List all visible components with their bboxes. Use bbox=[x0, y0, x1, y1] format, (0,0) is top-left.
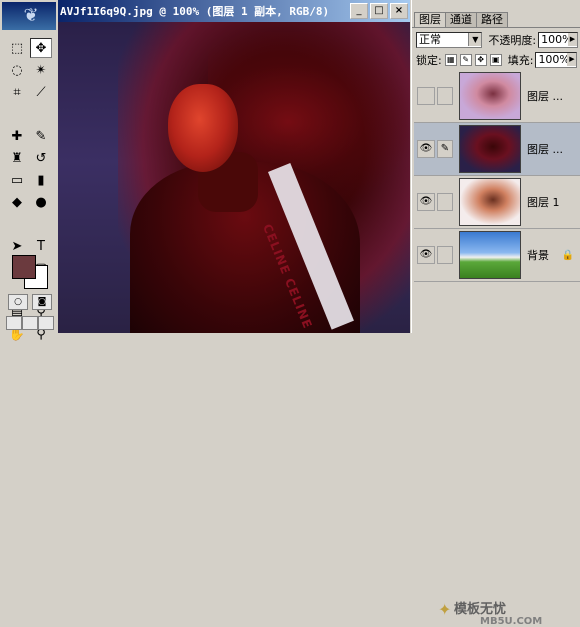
face-region bbox=[168, 84, 238, 172]
fill-field[interactable]: 100% ▶ bbox=[535, 52, 578, 68]
brush-tool-icon[interactable]: ✎ bbox=[30, 126, 52, 146]
lasso-tool-icon[interactable]: ◌ bbox=[6, 60, 28, 80]
toolbox: ❦ ⬚✥◌✴⌗⟋✚✎♜↺▭▮◆●➤T✒▢▤⚲✋⚲ ○ ◙ bbox=[0, 0, 59, 342]
opacity-field[interactable]: 100% ▶ bbox=[538, 32, 578, 48]
lock-row: 锁定: ▦ ✎ ✥ ▣ 填充: 100% ▶ bbox=[416, 52, 578, 68]
blend-row: 正常 ▼ 不透明度: 100% ▶ bbox=[416, 32, 578, 48]
magic-wand-tool-icon[interactable]: ✴ bbox=[30, 60, 52, 80]
gradient-tool-icon[interactable]: ▮ bbox=[30, 170, 52, 190]
layer-thumbnail bbox=[459, 178, 521, 226]
layer-thumbnail bbox=[459, 125, 521, 173]
opacity-arrow-icon[interactable]: ▶ bbox=[568, 33, 577, 46]
standard-mode-button[interactable]: ○ bbox=[8, 294, 28, 310]
link-toggle[interactable] bbox=[437, 87, 453, 105]
lock-transparency-checkbox[interactable]: ▦ bbox=[444, 54, 457, 66]
layer-row-layer1[interactable]: 👁 图层 1 bbox=[414, 176, 580, 229]
layer-row-top[interactable]: 图层 ... bbox=[414, 70, 580, 123]
close-button[interactable]: × bbox=[390, 3, 408, 19]
feather-logo-icon: ❦ bbox=[23, 5, 39, 26]
brush-icon[interactable]: ✎ bbox=[437, 140, 453, 158]
layers-panel: 图层 通道 路径 正常 ▼ 不透明度: 100% ▶ 锁定: ▦ ✎ ✥ ▣ 填… bbox=[411, 0, 580, 627]
screen-mode-row bbox=[6, 316, 54, 330]
healing-brush-tool-icon[interactable]: ✚ bbox=[6, 126, 28, 146]
clone-stamp-tool-icon[interactable]: ♜ bbox=[6, 148, 28, 168]
layer-thumbnail bbox=[459, 231, 521, 279]
eye-icon[interactable]: 👁 bbox=[417, 246, 435, 264]
image-canvas[interactable]: CELINE CELINE bbox=[58, 22, 410, 333]
visibility-toggle-empty[interactable] bbox=[417, 87, 435, 105]
tab-channels[interactable]: 通道 bbox=[445, 12, 477, 27]
toolbox-header: ❦ bbox=[2, 2, 56, 30]
quick-mask-button[interactable]: ◙ bbox=[32, 294, 52, 310]
layer-row-selected[interactable]: 👁 ✎ 图层 ... bbox=[414, 123, 580, 176]
panel-divider bbox=[412, 27, 580, 28]
lock-all-checkbox[interactable]: ▣ bbox=[489, 54, 502, 66]
opacity-label: 不透明度: bbox=[488, 34, 537, 47]
lock-image-checkbox[interactable]: ✎ bbox=[459, 54, 472, 66]
tab-layers[interactable]: 图层 bbox=[414, 12, 446, 27]
layers-list: 图层 ... 👁 ✎ 图层 ... 👁 图层 1 👁 背景 🔒 bbox=[414, 70, 580, 282]
layer-name: 图层 ... bbox=[527, 143, 563, 156]
tool-separator bbox=[6, 214, 28, 220]
document-titlebar[interactable]: AVJf1I6q9Q.jpg @ 100% (图层 1 副本, RGB/8) _… bbox=[58, 0, 410, 22]
chevron-down-icon: ▼ bbox=[468, 33, 482, 46]
layer-name: 图层 1 bbox=[527, 196, 560, 209]
fill-label: 填充: bbox=[507, 54, 534, 67]
eraser-tool-icon[interactable]: ▭ bbox=[6, 170, 28, 190]
minimize-button[interactable]: _ bbox=[350, 3, 368, 19]
blur-tool-icon[interactable]: ◆ bbox=[6, 192, 28, 212]
window-controls: _ □ × bbox=[350, 3, 408, 19]
foreground-color-swatch[interactable] bbox=[12, 255, 36, 279]
layer-name: 图层 ... bbox=[527, 90, 563, 103]
watermark-logo-icon: ✦ bbox=[438, 600, 452, 619]
watermark-url: MB5U.COM bbox=[480, 616, 543, 627]
full-screen-button[interactable] bbox=[38, 316, 54, 330]
mask-mode-row: ○ ◙ bbox=[8, 294, 52, 310]
tab-paths[interactable]: 路径 bbox=[476, 12, 508, 27]
layer-name: 背景 bbox=[527, 249, 549, 262]
panel-footer: ✦ 模板无忧 MB5U.COM bbox=[414, 300, 580, 627]
crop-tool-icon[interactable]: ⌗ bbox=[6, 82, 28, 102]
lock-position-checkbox[interactable]: ✥ bbox=[474, 54, 487, 66]
dodge-tool-icon[interactable]: ● bbox=[30, 192, 52, 212]
link-toggle[interactable] bbox=[437, 246, 453, 264]
fill-arrow-icon[interactable]: ▶ bbox=[567, 53, 577, 66]
watermark-text: 模板无忧 bbox=[454, 602, 507, 617]
full-screen-menu-button[interactable] bbox=[22, 316, 38, 330]
marquee-tool-icon[interactable]: ⬚ bbox=[6, 38, 28, 58]
eye-icon[interactable]: 👁 bbox=[417, 140, 435, 158]
document-title: AVJf1I6q9Q.jpg @ 100% (图层 1 副本, RGB/8) bbox=[60, 5, 330, 18]
panel-tabs: 图层 通道 路径 bbox=[414, 12, 508, 27]
color-swatches bbox=[10, 253, 50, 289]
fill-value: 100% bbox=[538, 53, 570, 66]
history-brush-tool-icon[interactable]: ↺ bbox=[30, 148, 52, 168]
tool-separator bbox=[6, 104, 28, 110]
document-window: AVJf1I6q9Q.jpg @ 100% (图层 1 副本, RGB/8) _… bbox=[58, 0, 410, 333]
layer-thumbnail bbox=[459, 72, 521, 120]
move-tool-icon[interactable]: ✥ bbox=[30, 38, 52, 58]
layer-row-background[interactable]: 👁 背景 🔒 bbox=[414, 229, 580, 282]
blend-mode-value: 正常 bbox=[419, 33, 441, 46]
lock-icon: 🔒 bbox=[561, 249, 574, 261]
blend-mode-select[interactable]: 正常 ▼ bbox=[416, 32, 483, 48]
standard-screen-button[interactable] bbox=[6, 316, 22, 330]
link-toggle[interactable] bbox=[437, 193, 453, 211]
maximize-button[interactable]: □ bbox=[370, 3, 388, 19]
lock-label: 锁定: bbox=[416, 54, 442, 67]
slice-tool-icon[interactable]: ⟋ bbox=[30, 82, 52, 102]
eye-icon[interactable]: 👁 bbox=[417, 193, 435, 211]
